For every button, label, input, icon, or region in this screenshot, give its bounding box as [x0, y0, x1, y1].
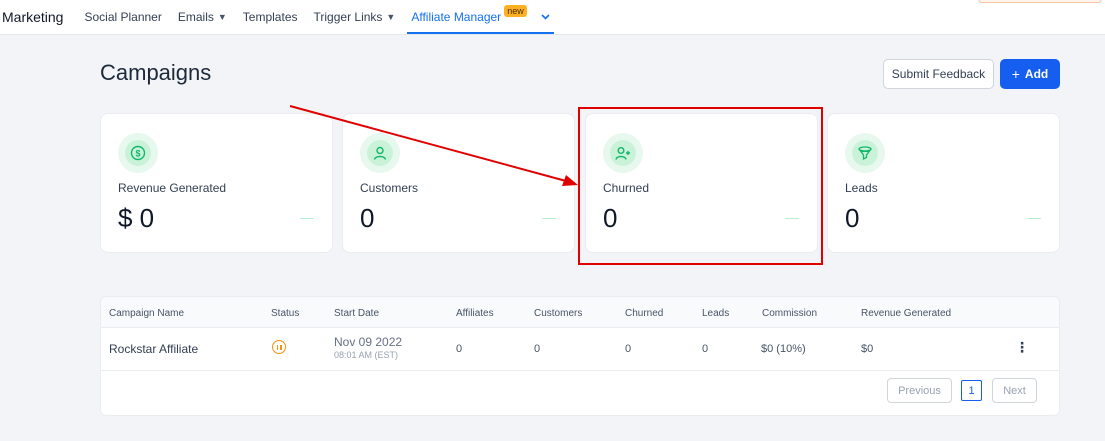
stat-card-leads: Leads 0 — [827, 113, 1060, 253]
nav-emails[interactable]: Emails ▼ — [178, 0, 227, 35]
column-header: Customers — [534, 308, 583, 319]
start-time: 08:01 AM (EST) — [334, 350, 399, 360]
table-row[interactable]: Rockstar Affiliate Nov 09 2022 08:01 AM … — [101, 328, 1059, 371]
stat-icon-bg: $ — [118, 133, 158, 173]
sparkline — [542, 218, 556, 219]
stat-value: $ 0 — [118, 203, 155, 233]
start-date: Nov 09 2022 — [334, 335, 403, 349]
stat-label: Churned — [603, 181, 650, 195]
customers-count: 0 — [534, 343, 541, 355]
campaigns-table: Campaign Name Status Start Date Affiliat… — [100, 296, 1060, 416]
column-header: Churned — [625, 308, 664, 319]
nav-item-label: Templates — [242, 10, 298, 24]
nav-social-planner[interactable]: Social Planner — [84, 0, 161, 35]
stat-icon-bg — [603, 133, 643, 173]
stat-icon-bg — [845, 133, 885, 173]
next-page-button[interactable]: Next — [992, 378, 1037, 403]
stat-value: 0 — [845, 203, 860, 233]
column-header: Leads — [702, 308, 730, 319]
nav-item-label: Social Planner — [84, 10, 162, 24]
column-header: Start Date — [334, 308, 380, 319]
column-header: Status — [271, 308, 300, 319]
funnel-icon — [852, 140, 878, 166]
stat-card-customers: Customers 0 — [342, 113, 575, 253]
column-header: Commission — [762, 308, 818, 319]
campaign-name[interactable]: Rockstar Affiliate — [109, 342, 198, 356]
nav-item-label: Affiliate Manager — [411, 10, 502, 24]
add-button-label: Add — [1024, 67, 1049, 81]
stat-value: 0 — [603, 203, 618, 233]
nav-trigger-links[interactable]: Trigger Links ▼ — [314, 0, 396, 35]
page-number-button[interactable]: 1 — [961, 380, 982, 401]
dollar-icon: $ — [125, 140, 151, 166]
pause-icon[interactable] — [272, 340, 286, 354]
svg-text:$: $ — [135, 149, 140, 159]
stat-label: Revenue Generated — [118, 181, 227, 195]
new-badge: new — [504, 5, 527, 17]
stat-icon-bg — [360, 133, 400, 173]
corner-element — [978, 0, 1102, 3]
previous-page-button[interactable]: Previous — [887, 378, 952, 403]
stat-label: Customers — [360, 181, 419, 195]
more-vertical-icon[interactable]: ⋮ — [1015, 340, 1029, 354]
submit-feedback-button[interactable]: Submit Feedback — [883, 59, 994, 89]
chevron-down-icon — [541, 14, 550, 20]
stat-card-churned: Churned 0 — [585, 113, 818, 253]
sparkline — [785, 218, 799, 219]
affiliates-count: 0 — [456, 343, 463, 355]
stat-label: Leads — [845, 181, 878, 195]
nav-templates[interactable]: Templates — [243, 0, 298, 35]
revenue-value: $0 — [861, 343, 874, 355]
nav-item-label: Emails — [177, 10, 214, 24]
stat-value: 0 — [360, 203, 375, 233]
chevron-down-icon: ▼ — [217, 12, 227, 22]
user-icon — [367, 140, 393, 166]
page-title: Campaigns — [100, 60, 212, 85]
churned-count: 0 — [625, 343, 632, 355]
column-header: Revenue Generated — [861, 308, 952, 319]
top-nav: Marketing Social Planner Emails ▼ Templa… — [0, 0, 1105, 35]
sparkline — [1027, 218, 1041, 219]
table-header: Campaign Name Status Start Date Affiliat… — [101, 297, 1059, 328]
commission-value: $0 (10%) — [761, 343, 806, 355]
stat-card-revenue: $ Revenue Generated $ 0 — [100, 113, 333, 253]
plus-icon: + — [1011, 66, 1020, 82]
chevron-down-icon: ▼ — [386, 12, 396, 22]
app-title: Marketing — [2, 9, 64, 25]
leads-count: 0 — [702, 343, 709, 355]
column-header: Campaign Name — [109, 308, 185, 319]
nav-item-label: Trigger Links — [313, 10, 383, 24]
nav-affiliate-manager[interactable]: Affiliate Manager new — [407, 0, 555, 35]
user-plus-icon — [610, 140, 636, 166]
add-button[interactable]: + Add — [1000, 59, 1060, 89]
column-header: Affiliates — [456, 308, 494, 319]
sparkline — [300, 218, 314, 219]
